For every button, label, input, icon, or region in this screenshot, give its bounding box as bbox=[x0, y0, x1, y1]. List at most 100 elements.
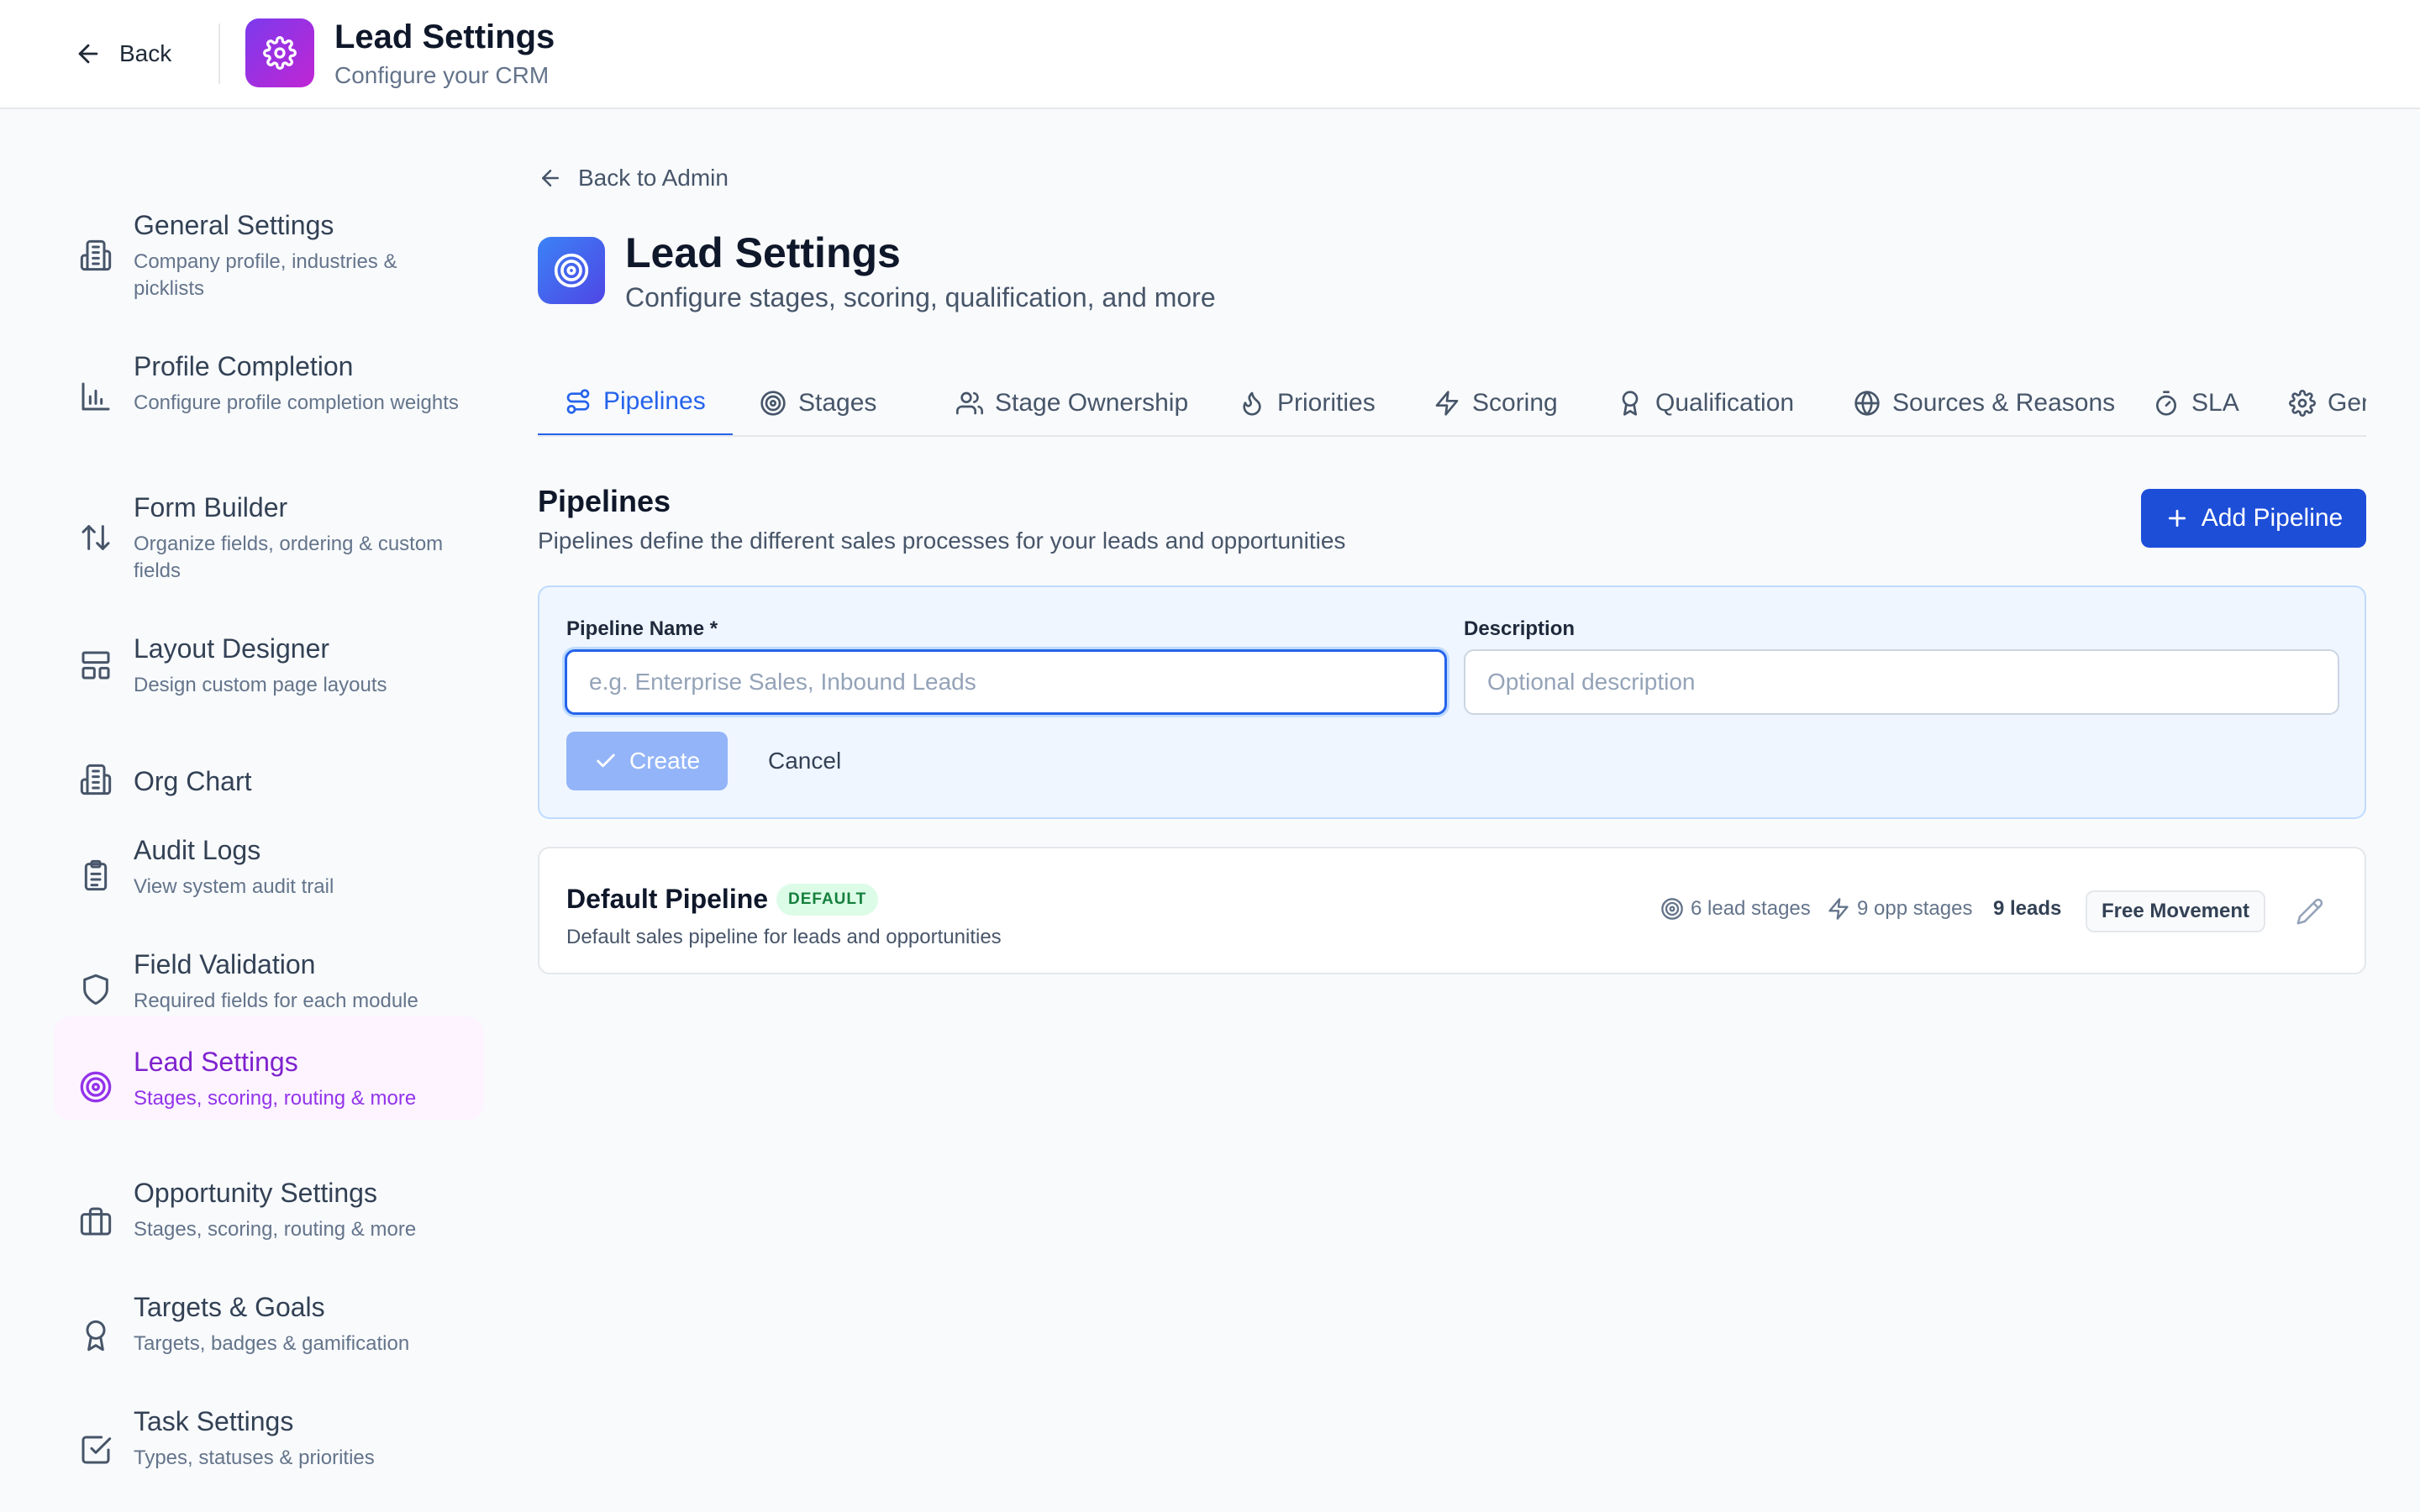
app-logo bbox=[245, 18, 314, 87]
new-pipeline-form: Pipeline Name * Description Create Cance… bbox=[538, 585, 2366, 819]
plus-icon bbox=[2165, 506, 2190, 531]
description-input[interactable] bbox=[1464, 649, 2339, 715]
sidebar-item-layout-designer[interactable]: Layout Designer Design custom page layou… bbox=[54, 608, 484, 696]
lead-stages-count: 6 lead stages bbox=[1660, 897, 1811, 921]
globe-icon bbox=[1854, 390, 1881, 417]
tab-qualification[interactable]: Qualification bbox=[1590, 370, 1821, 435]
users-icon bbox=[956, 390, 983, 417]
pipeline-name-label: Pipeline Name * bbox=[566, 617, 718, 640]
create-label: Create bbox=[629, 748, 701, 774]
sidebar-item-title: Opportunity Settings bbox=[134, 1178, 377, 1208]
sidebar-item-desc: Targets, badges & gamification bbox=[134, 1332, 410, 1355]
app-title: Lead Settings bbox=[334, 18, 555, 55]
section-title: Pipelines bbox=[538, 484, 671, 518]
tab-label: Sources & Reasons bbox=[1892, 389, 2116, 417]
page-subtitle: Configure stages, scoring, qualification… bbox=[625, 282, 1216, 312]
sort-arrows-icon bbox=[79, 521, 113, 554]
sidebar-item-profile-completion[interactable]: Profile Completion Configure profile com… bbox=[54, 326, 484, 427]
sidebar-item-title: Task Settings bbox=[134, 1406, 294, 1436]
sidebar-item-desc: Organize fields, ordering & custom field… bbox=[134, 533, 444, 582]
default-badge: DEFAULT bbox=[776, 884, 879, 916]
sidebar-item-title: Form Builder bbox=[134, 492, 288, 522]
sidebar-item-title: Profile Completion bbox=[134, 351, 354, 381]
sidebar-item-opportunity-settings[interactable]: Opportunity Settings Stages, scoring, ro… bbox=[54, 1151, 484, 1252]
header-divider bbox=[218, 24, 220, 84]
create-button[interactable]: Create bbox=[566, 732, 728, 790]
sidebar-item-title: Audit Logs bbox=[134, 835, 261, 865]
briefcase-icon bbox=[79, 1205, 113, 1238]
tab-label: SLA bbox=[2191, 389, 2239, 417]
back-label: Back bbox=[119, 40, 172, 66]
pipeline-icon bbox=[565, 388, 592, 415]
section-description: Pipelines define the different sales pro… bbox=[538, 528, 1346, 554]
leads-count: 9 leads bbox=[1993, 897, 2062, 920]
tab-scoring[interactable]: Scoring bbox=[1407, 370, 1585, 435]
clipboard-icon bbox=[79, 858, 113, 892]
sidebar-item-audit-logs[interactable]: Audit Logs View system audit trail bbox=[54, 808, 484, 909]
sidebar-item-desc: Required fields for each module bbox=[134, 990, 418, 1012]
tab-label: Stages bbox=[798, 389, 877, 417]
lead-stages-label: 6 lead stages bbox=[1691, 897, 1811, 920]
arrow-left-icon bbox=[538, 165, 563, 191]
tab-general[interactable]: Gene bbox=[2262, 370, 2366, 435]
tab-priorities[interactable]: Priorities bbox=[1212, 370, 1402, 435]
arrow-left-icon bbox=[74, 39, 103, 68]
sidebar-item-desc: Stages, scoring, routing & more bbox=[134, 1087, 417, 1110]
sidebar-item-org-chart[interactable]: Org Chart bbox=[54, 722, 484, 806]
sidebar-item-title: Layout Designer bbox=[134, 633, 330, 664]
tab-sla[interactable]: SLA bbox=[2126, 370, 2266, 435]
sidebar-item-field-validation[interactable]: Field Validation Required fields for eac… bbox=[54, 922, 484, 1023]
tab-label: Scoring bbox=[1472, 389, 1558, 417]
tab-label: Stage Ownership bbox=[995, 389, 1189, 417]
app-subtitle: Configure your CRM bbox=[334, 62, 550, 88]
target-icon bbox=[1660, 897, 1684, 921]
check-square-icon bbox=[79, 1433, 113, 1467]
timer-icon bbox=[2153, 390, 2180, 417]
sidebar-item-title: Org Chart bbox=[134, 766, 252, 796]
sidebar-item-task-settings[interactable]: Task Settings Types, statuses & prioriti… bbox=[54, 1379, 484, 1480]
back-to-admin-label: Back to Admin bbox=[578, 165, 729, 191]
top-bar: Back Lead Settings Configure your CRM bbox=[0, 0, 2420, 109]
add-pipeline-button[interactable]: Add Pipeline bbox=[2141, 489, 2366, 548]
award-icon bbox=[79, 1319, 113, 1352]
pipeline-name: Default Pipeline bbox=[566, 884, 769, 914]
target-icon bbox=[553, 252, 590, 289]
sidebar-item-desc: Stages, scoring, routing & more bbox=[134, 1218, 417, 1241]
shield-icon bbox=[79, 973, 113, 1006]
description-label: Description bbox=[1464, 617, 1576, 640]
target-icon bbox=[79, 1070, 113, 1104]
gear-icon bbox=[263, 36, 297, 70]
tab-label: Qualification bbox=[1655, 389, 1795, 417]
opp-stages-count: 9 opp stages bbox=[1827, 897, 1972, 921]
tab-pipelines[interactable]: Pipelines bbox=[538, 370, 733, 435]
sidebar-item-general-settings[interactable]: General Settings Company profile, indust… bbox=[54, 185, 484, 300]
pipeline-description: Default sales pipeline for leads and opp… bbox=[566, 926, 1002, 948]
tab-stage-ownership[interactable]: Stage Ownership bbox=[929, 370, 1215, 435]
cancel-button[interactable]: Cancel bbox=[768, 732, 841, 790]
pipeline-name-input[interactable] bbox=[565, 649, 1447, 715]
bar-chart-icon bbox=[79, 380, 113, 413]
flame-icon bbox=[1239, 390, 1265, 417]
sidebar-item-title: Field Validation bbox=[134, 949, 316, 979]
target-icon bbox=[760, 390, 786, 417]
sidebar-item-desc: Design custom page layouts bbox=[134, 674, 387, 696]
sidebar-item-targets-goals[interactable]: Targets & Goals Targets, badges & gamifi… bbox=[54, 1265, 484, 1366]
back-button[interactable]: Back bbox=[74, 34, 171, 74]
pencil-icon[interactable] bbox=[2296, 897, 2324, 926]
sidebar-item-desc: Configure profile completion weights bbox=[134, 391, 459, 414]
opp-stages-label: 9 opp stages bbox=[1857, 897, 1973, 920]
back-to-admin-link[interactable]: Back to Admin bbox=[538, 165, 729, 192]
sidebar-item-desc: Types, statuses & priorities bbox=[134, 1446, 375, 1469]
tab-stages[interactable]: Stages bbox=[733, 370, 903, 435]
building-icon bbox=[79, 763, 113, 796]
sidebar-item-lead-settings[interactable]: Lead Settings Stages, scoring, routing &… bbox=[54, 1016, 484, 1121]
sidebar-item-form-builder[interactable]: Form Builder Organize fields, ordering &… bbox=[54, 467, 484, 582]
pipeline-card[interactable]: Default Pipeline DEFAULT Default sales p… bbox=[538, 847, 2366, 974]
sidebar-item-desc: Company profile, industries & picklists bbox=[134, 250, 397, 300]
tab-sources-reasons[interactable]: Sources & Reasons bbox=[1827, 370, 2142, 435]
sidebar-item-title: Targets & Goals bbox=[134, 1292, 325, 1322]
movement-badge: Free Movement bbox=[2086, 890, 2265, 932]
gear-icon bbox=[2289, 390, 2316, 417]
sidebar-item-desc: View system audit trail bbox=[134, 875, 334, 898]
sidebar-item-title: Lead Settings bbox=[134, 1047, 298, 1077]
